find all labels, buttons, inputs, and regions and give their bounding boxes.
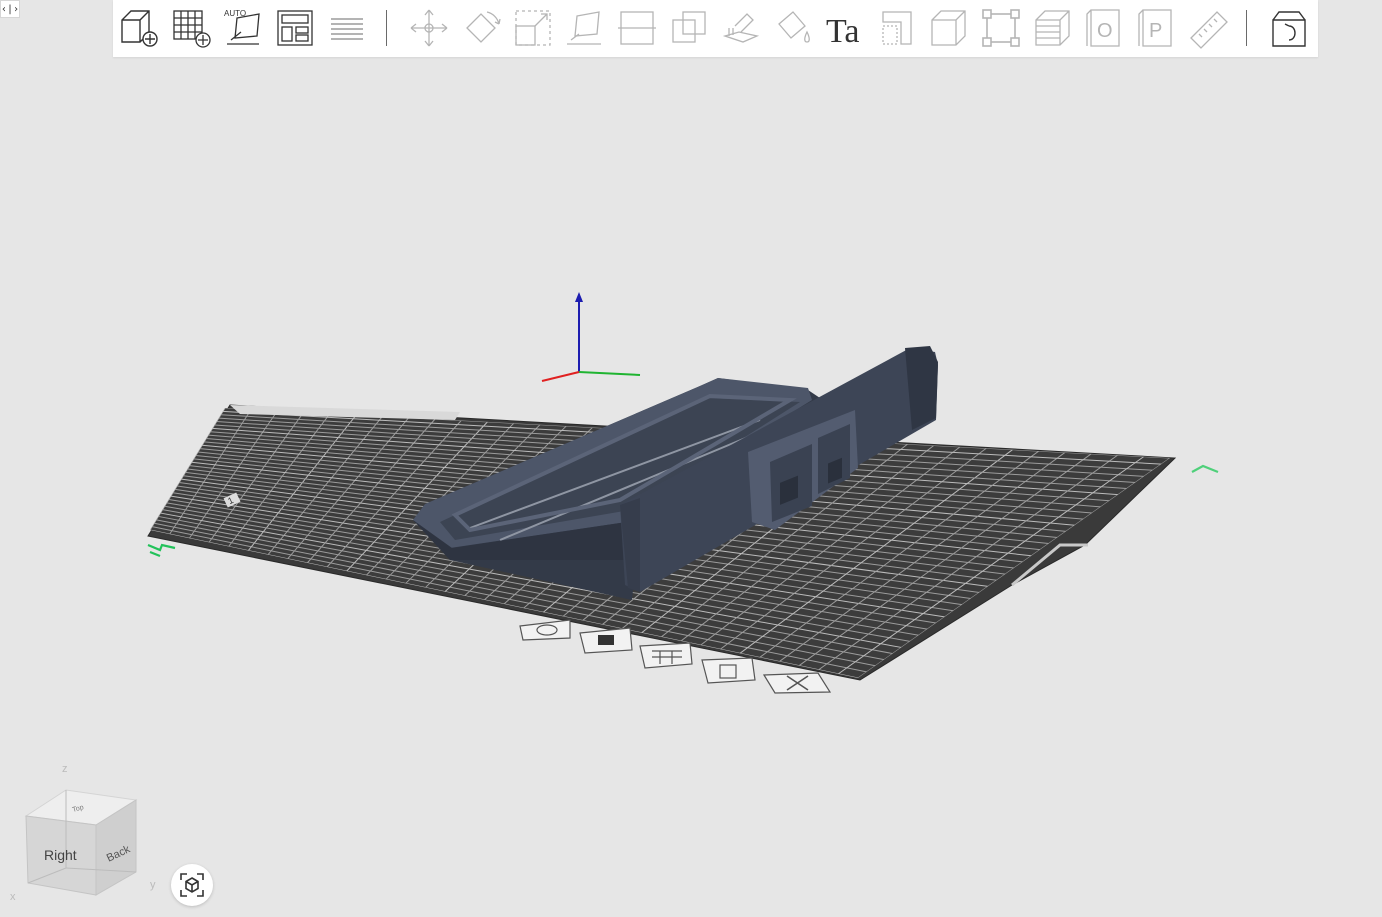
lock-icon[interactable] <box>701 657 756 684</box>
delete-icon[interactable] <box>762 672 832 694</box>
z-axis-arrow <box>575 292 583 302</box>
view-navigation-cube[interactable]: z y x Right Back Top <box>0 750 170 917</box>
nav-axis-y-label: y <box>150 879 156 891</box>
orient-icon[interactable] <box>519 619 571 641</box>
nav-axis-z-label: z <box>62 763 68 775</box>
fit-view-icon <box>180 873 204 897</box>
settings-icon[interactable] <box>639 642 693 669</box>
x-axis <box>541 371 580 382</box>
3d-viewport[interactable]: 1 <box>0 0 1382 917</box>
nav-axis-x-label: x <box>10 891 16 903</box>
fit-view-button[interactable] <box>171 864 213 906</box>
plate-index-marker <box>147 543 176 558</box>
nav-face-right-label: Right <box>44 847 77 863</box>
axes-gizmo <box>541 292 641 382</box>
plate-direction-marker <box>1191 464 1219 474</box>
arrange-icon[interactable] <box>579 627 633 654</box>
y-axis <box>578 371 641 376</box>
